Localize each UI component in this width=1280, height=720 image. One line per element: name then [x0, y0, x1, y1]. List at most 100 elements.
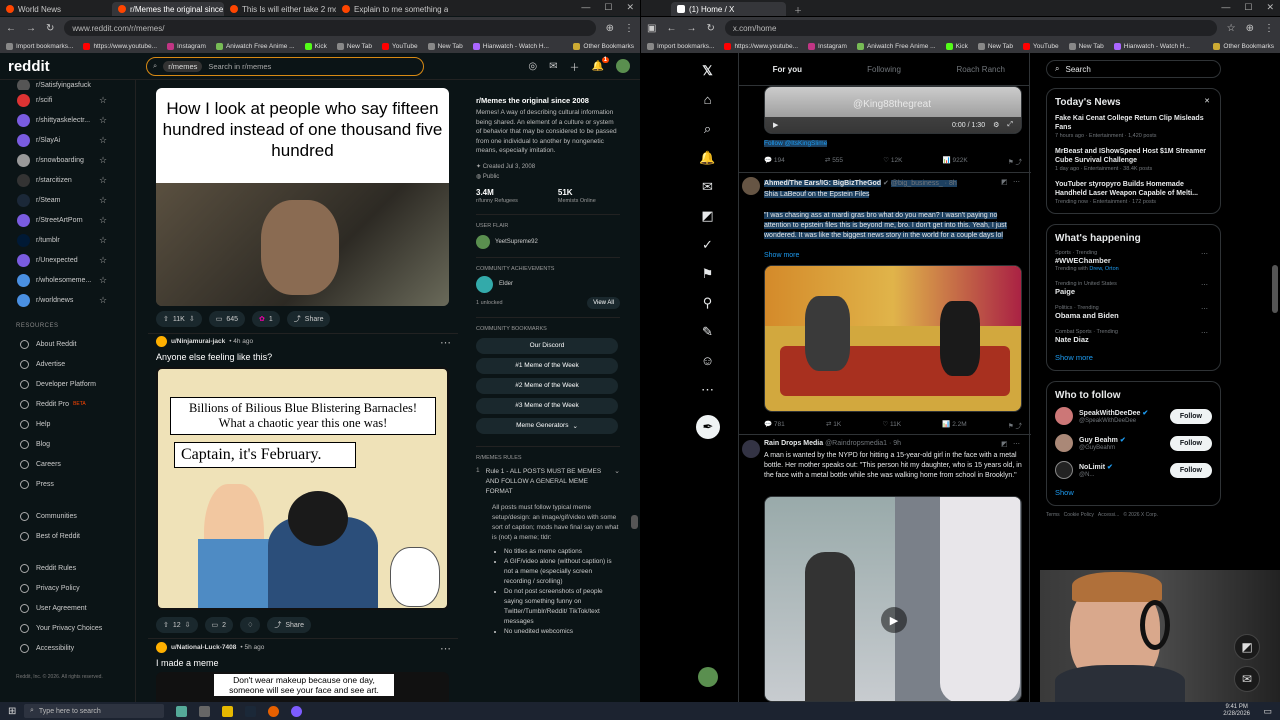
notifications-icon[interactable]: 🔔 [699, 149, 716, 166]
more-options-icon[interactable]: ⋯ [440, 336, 451, 349]
like-button[interactable]: ♡ 11K [882, 420, 901, 430]
bookmark-meme-generators-button[interactable]: Meme Generators ⌄ [476, 417, 618, 434]
post-image[interactable]: How I look at people who say fifteen hun… [156, 88, 449, 306]
sidebar-sub-item[interactable]: r/shittyaskelectr... ☆ [0, 110, 135, 130]
close-icon[interactable]: ✕ [626, 2, 634, 13]
other-bookmarks[interactable]: Other Bookmarks [1213, 42, 1274, 50]
windows-start-icon[interactable]: ⊞ [8, 706, 16, 717]
bookmarks-icon[interactable]: ⚑ [699, 265, 716, 282]
sidebar-sub-item[interactable]: r/StreetArtPorn ☆ [0, 210, 135, 230]
compose-post-icon[interactable]: ✒ [696, 415, 720, 439]
view-all-button[interactable]: View All [587, 296, 620, 309]
follow-button[interactable]: Follow [1169, 435, 1212, 451]
messages-fab-icon[interactable]: ✉ [1234, 666, 1260, 692]
bookmark-item[interactable]: Import bookmarks... [647, 42, 714, 50]
sidebar-link-press[interactable]: Press [0, 474, 135, 494]
minimize-icon[interactable]: — [581, 2, 590, 13]
messages-icon[interactable]: ✉ [699, 178, 716, 195]
grok-fab-icon[interactable]: ◩ [1234, 634, 1260, 660]
star-icon[interactable]: ☆ [99, 255, 107, 266]
comments-button[interactable]: ▭ 645 [208, 311, 245, 327]
follow-suggestion[interactable]: SpeakWithDeeDee ✔ @SpeakWithDeeDee Follow [1055, 407, 1212, 425]
trend-item[interactable]: Trending in United States Paige ⋯ [1055, 281, 1212, 296]
share-button[interactable]: ⤴ Share [267, 617, 312, 633]
bookmark-item[interactable]: Instagram [808, 42, 847, 50]
other-bookmarks[interactable]: Other Bookmarks [573, 42, 634, 50]
show-more-link[interactable]: Show [1055, 488, 1212, 497]
explore-icon[interactable]: ⌕ [699, 120, 716, 137]
bookmark-item[interactable]: Aniwatch Free Anime ... [215, 42, 295, 50]
star-icon[interactable]: ☆ [99, 95, 107, 106]
more-icon[interactable]: ⋯ [699, 381, 716, 398]
address-bar[interactable]: www.reddit.com/r/memes/ [64, 20, 596, 36]
like-button[interactable]: ♡ 12K [883, 156, 902, 166]
show-more-link[interactable]: Show more [1055, 353, 1212, 362]
forward-icon[interactable]: → [26, 23, 36, 34]
sidebar-sub-item[interactable]: r/Steam ☆ [0, 190, 135, 210]
sidebar-link-user-agreement[interactable]: User Agreement [0, 598, 135, 618]
tweet-author[interactable]: Ahmed/The Ears/IG: BigBizTheGod ✔ @big_b… [764, 179, 957, 187]
account-avatar[interactable] [698, 667, 718, 687]
more-options-icon[interactable]: ⋯ [440, 642, 451, 655]
close-icon[interactable]: ✕ [1204, 97, 1210, 105]
reply-button[interactable]: 💬 194 [764, 156, 785, 166]
tab-post-2[interactable]: This Is will either take 2 month [224, 2, 336, 16]
reddit-logo[interactable]: reddit [8, 58, 138, 75]
profile-icon[interactable]: ☺ [699, 352, 716, 369]
system-clock[interactable]: 9:41 PM 2/28/2026 [1223, 704, 1250, 718]
follow-suggestion[interactable]: NoLimit ✔ @N... Follow [1055, 461, 1212, 479]
reload-icon[interactable]: ↻ [706, 23, 714, 34]
sidebar-link-careers[interactable]: Careers [0, 454, 135, 474]
bookmark-item[interactable]: New Tab [977, 42, 1013, 50]
news-item[interactable]: YouTuber styropyro Builds Homemade Handh… [1055, 180, 1212, 205]
post-author[interactable]: u/National-Luck-7408 • 5h ago [156, 642, 264, 653]
footer-link[interactable]: Terms [1046, 512, 1060, 518]
bookmark-meme-week-3-button[interactable]: #3 Meme of the Week [476, 397, 618, 414]
sidebar-link-privacy-choices[interactable]: Your Privacy Choices [0, 618, 135, 638]
achievement-item[interactable]: Elder [476, 275, 620, 293]
tweet[interactable]: @King88thegreat ▶ 0:00 / 1:30 ⚙ ⤢ Follow… [739, 86, 1031, 171]
views-stat[interactable]: 📊 2.2M [942, 420, 966, 430]
downvote-icon[interactable]: ⇩ [189, 315, 195, 323]
bookmark-button[interactable]: ⚑ ⤴ [1008, 156, 1022, 166]
reload-icon[interactable]: ↻ [46, 23, 54, 34]
rule-item[interactable]: 1 Rule 1 - ALL POSTS MUST BE MEMES AND F… [476, 467, 620, 497]
trend-item[interactable]: Politics · Trending Obama and Biden ⋯ [1055, 305, 1212, 320]
taskbar-search[interactable]: ⌕ Type here to search [24, 704, 164, 718]
star-icon[interactable]: ☆ [99, 275, 107, 286]
bookmark-item[interactable]: https://www.youtube... [83, 42, 157, 50]
steam-icon[interactable] [245, 705, 256, 717]
sidebar-link-best-of[interactable]: Best of Reddit [0, 526, 135, 546]
home-icon[interactable]: ⌂ [699, 91, 716, 108]
file-explorer-icon[interactable] [222, 705, 233, 717]
bookmark-item[interactable]: YouTube [382, 42, 418, 50]
widget-icon[interactable] [176, 705, 187, 717]
sidebar-toggle-icon[interactable]: ▣ [647, 23, 656, 34]
sidebar-sub-item[interactable]: r/tumblr ☆ [0, 230, 135, 250]
tab-memes[interactable]: r/Memes the original since 20 [112, 2, 224, 16]
new-tab-icon[interactable]: ＋ [794, 5, 802, 16]
minimize-icon[interactable]: — [1221, 2, 1230, 13]
chat-icon[interactable]: ✉ [549, 61, 557, 72]
jobs-icon[interactable]: ⚲ [699, 294, 716, 311]
create-post-icon[interactable]: ＋ [570, 59, 580, 74]
x-logo-icon[interactable]: 𝕏 [699, 62, 716, 79]
sidebar-sub-item[interactable]: r/scifi ☆ [0, 90, 135, 110]
ads-icon[interactable]: ◎ [528, 61, 537, 72]
task-view-icon[interactable] [199, 705, 210, 717]
maximize-icon[interactable]: ☐ [604, 2, 612, 13]
bookmark-meme-week-1-button[interactable]: #1 Meme of the Week [476, 357, 618, 374]
downvote-icon[interactable]: ⇩ [185, 621, 191, 629]
trend-item[interactable]: Sports · Trending #WWEChamber Trending wit… [1055, 250, 1212, 272]
bookmark-meme-week-2-button[interactable]: #2 Meme of the Week [476, 377, 618, 394]
star-icon[interactable]: ☆ [1227, 23, 1236, 34]
subreddit-chip[interactable]: r/memes [163, 60, 203, 72]
repost-button[interactable]: ⇄ 1K [826, 420, 841, 430]
bookmark-button[interactable]: ⚑ ⤴ [1008, 420, 1022, 430]
bookmark-item[interactable]: YouTube [1023, 42, 1059, 50]
bookmark-item[interactable]: Hianwatch - Watch H... [1113, 42, 1190, 50]
maximize-icon[interactable]: ☐ [1244, 2, 1252, 13]
star-icon[interactable]: ☆ [99, 195, 107, 206]
award-button[interactable]: ✿ 1 [252, 311, 280, 327]
user-flair[interactable]: YeetSupreme92 [476, 234, 620, 249]
